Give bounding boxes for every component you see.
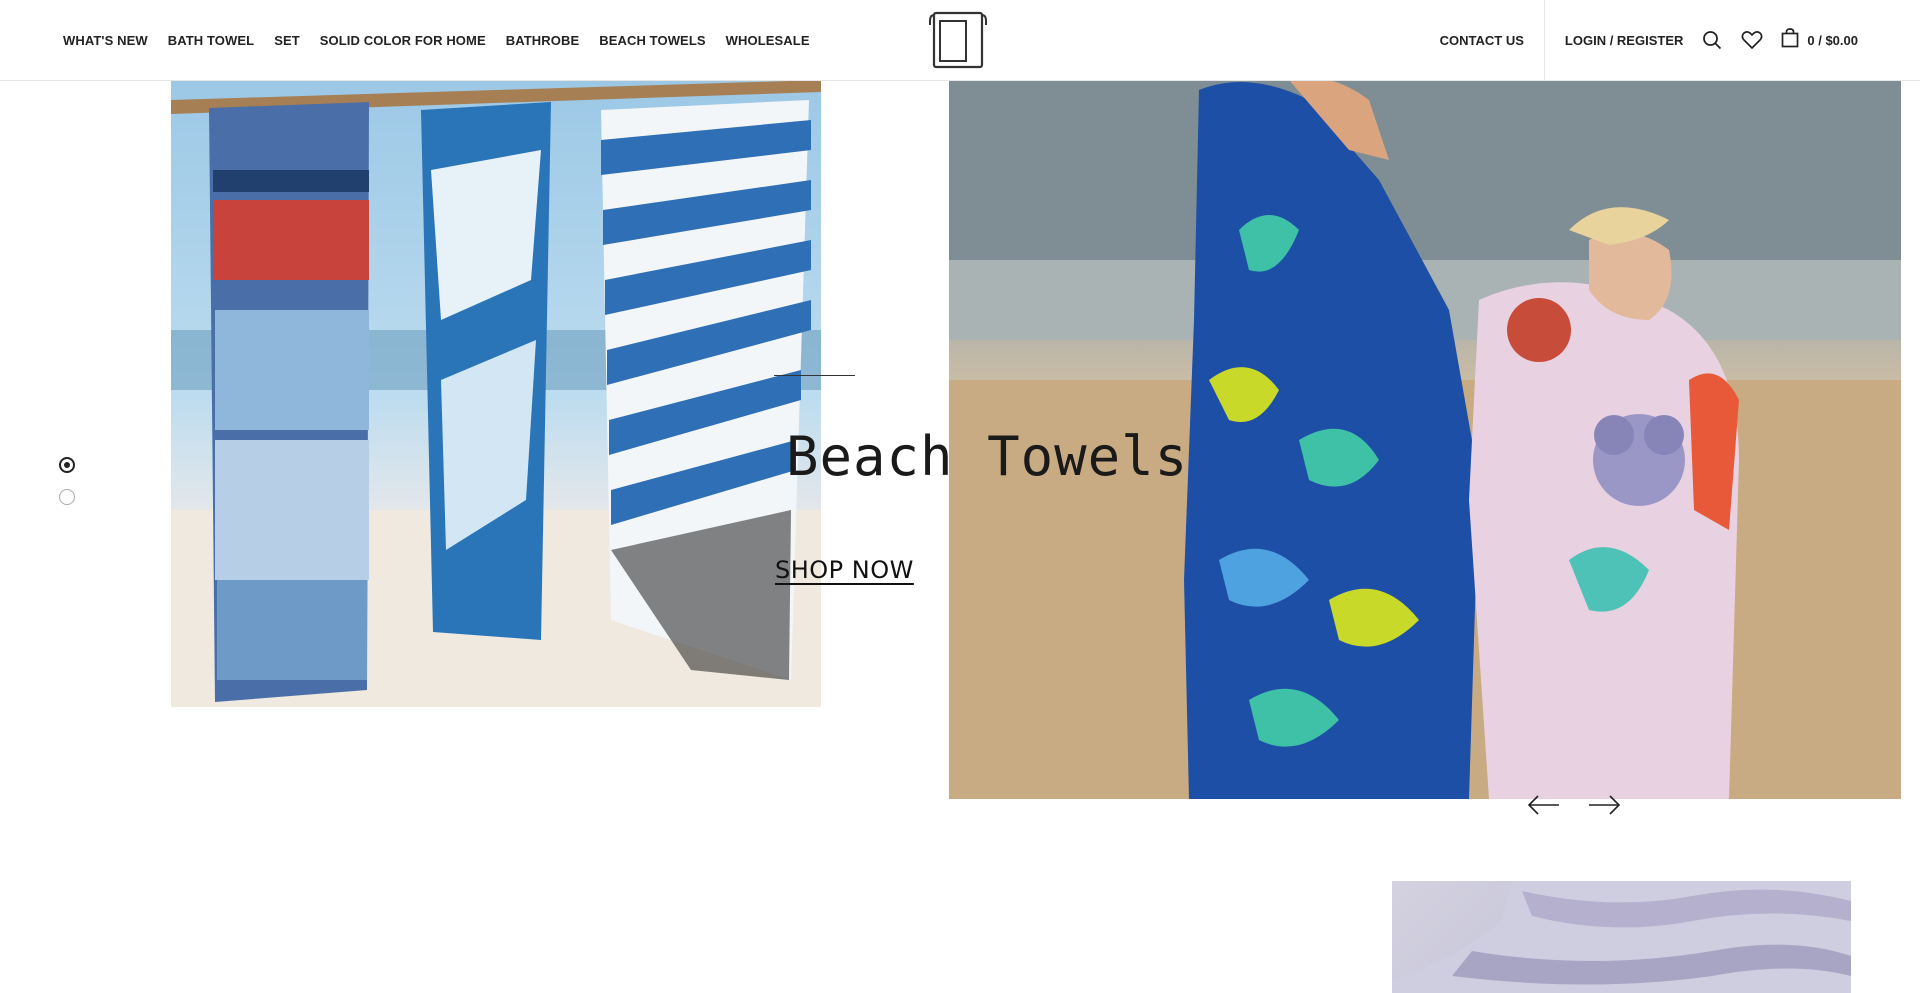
arrow-left-icon[interactable]: [1527, 793, 1561, 817]
nav-item-set[interactable]: SET: [274, 33, 300, 48]
cart-button[interactable]: 0 / $0.00: [1781, 27, 1858, 53]
slide-dot-2[interactable]: [59, 489, 75, 505]
section-image-folded-towels: [1392, 881, 1851, 993]
login-register-link[interactable]: LOGIN / REGISTER: [1565, 33, 1683, 48]
heart-icon[interactable]: [1741, 29, 1763, 51]
arrow-right-icon[interactable]: [1587, 793, 1621, 817]
contact-us-link[interactable]: CONTACT US: [1440, 33, 1524, 48]
hero-divider-line: [774, 375, 855, 376]
cart-total: 0 / $0.00: [1807, 32, 1858, 48]
search-icon[interactable]: [1701, 29, 1723, 51]
header-actions: CONTACT US LOGIN / REGISTER 0 / $0.00: [1440, 0, 1920, 80]
nav-item-beach-towels[interactable]: BEACH TOWELS: [599, 33, 705, 48]
header-divider: [1543, 0, 1545, 80]
main-nav: WHAT'S NEW BATH TOWEL SET SOLID COLOR FO…: [63, 0, 830, 80]
nav-item-whats-new[interactable]: WHAT'S NEW: [63, 33, 148, 48]
nav-item-wholesale[interactable]: WHOLESALE: [726, 33, 810, 48]
hero-image-hanging-towels: [171, 80, 821, 707]
nav-item-solid-color-for-home[interactable]: SOLID COLOR FOR HOME: [320, 33, 486, 48]
hero-title: Beach Towels: [786, 425, 1189, 488]
nav-item-bathrobe[interactable]: BATHROBE: [506, 33, 580, 48]
nav-item-bath-towel[interactable]: BATH TOWEL: [168, 33, 254, 48]
towel-logo-icon[interactable]: [926, 9, 990, 71]
shop-now-button[interactable]: SHOP NOW: [775, 556, 914, 584]
shopping-bag-icon: [1781, 27, 1799, 53]
slide-dot-1[interactable]: [59, 457, 75, 473]
site-header: WHAT'S NEW BATH TOWEL SET SOLID COLOR FO…: [0, 0, 1920, 81]
